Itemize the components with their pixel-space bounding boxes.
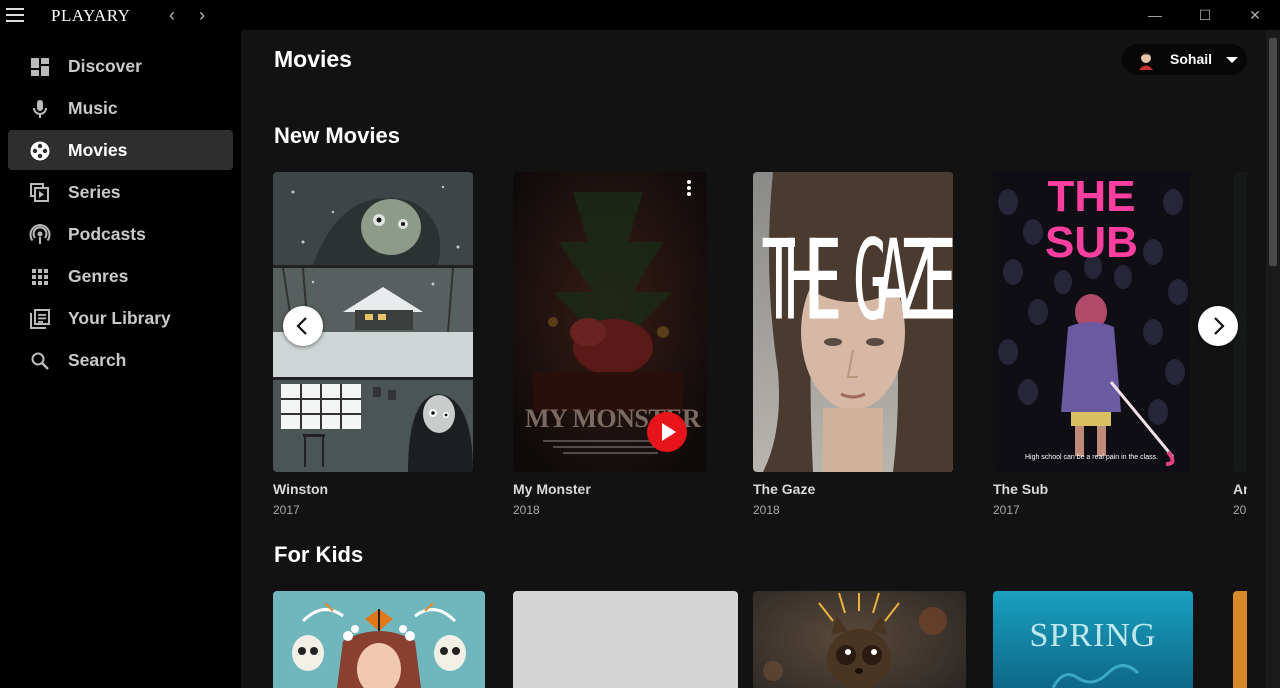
grid-icon bbox=[32, 269, 48, 285]
sidebar-item-music[interactable]: Music bbox=[8, 88, 233, 128]
sidebar-item-podcasts[interactable]: Podcasts bbox=[8, 214, 233, 254]
section-title-for-kids: For Kids bbox=[274, 542, 364, 567]
sidebar-item-search[interactable]: Search bbox=[8, 340, 233, 380]
vertical-scrollbar[interactable] bbox=[1266, 30, 1280, 688]
back-button[interactable]: ‹ bbox=[162, 4, 182, 26]
sidebar-item-label: Movies bbox=[68, 140, 128, 160]
sidebar-item-label: Series bbox=[68, 182, 121, 202]
poster-tagline: High school can be a real pain in the cl… bbox=[1024, 454, 1159, 461]
movie-card-winston[interactable]: Winston 2017 bbox=[273, 172, 473, 522]
scrollbar-thumb[interactable] bbox=[1269, 38, 1277, 266]
microphone-icon bbox=[33, 100, 47, 118]
chevron-right-icon bbox=[1214, 317, 1225, 335]
close-button[interactable]: ✕ bbox=[1230, 0, 1280, 30]
page-title: Movies bbox=[274, 46, 352, 72]
carousel-next-button[interactable] bbox=[1198, 306, 1238, 346]
kids-card-4[interactable]: SPRING bbox=[993, 591, 1193, 688]
poster-the-sub: THE SUB High school can be a real pain i… bbox=[993, 172, 1190, 472]
sidebar-item-label: Discover bbox=[68, 56, 142, 76]
card-title: An bbox=[1233, 481, 1247, 497]
movie-card-partial[interactable]: An 20 bbox=[1233, 172, 1247, 522]
search-icon bbox=[31, 352, 49, 370]
card-year: 2017 bbox=[993, 503, 1020, 517]
poster-kids-1 bbox=[273, 591, 485, 688]
movie-card-the-sub[interactable]: THE SUB High school can be a real pain i… bbox=[993, 172, 1190, 522]
main-content: Movies Sohail New Movies Winston 2017 MY… bbox=[241, 30, 1266, 688]
poster-kids-4: SPRING bbox=[993, 591, 1193, 688]
podcast-icon bbox=[29, 224, 51, 244]
sidebar-item-discover[interactable]: Discover bbox=[8, 46, 233, 86]
sidebar-item-label: Music bbox=[68, 98, 118, 118]
movie-card-the-gaze[interactable]: THE GAZE The Gaze 2018 bbox=[753, 172, 953, 522]
maximize-button[interactable]: ☐ bbox=[1180, 0, 1230, 30]
user-menu-button[interactable]: Sohail bbox=[1122, 44, 1247, 75]
carousel-prev-button[interactable] bbox=[283, 306, 323, 346]
poster-title-text: THE GAZE bbox=[761, 216, 953, 346]
poster-my-monster: MY MONSTER bbox=[513, 172, 707, 472]
dashboard-icon bbox=[31, 58, 49, 76]
poster-title-text: THE SUB bbox=[1045, 172, 1138, 267]
movie-card-my-monster[interactable]: MY MONSTER My Monster 2018 bbox=[513, 172, 707, 522]
sidebar-item-series[interactable]: Series bbox=[8, 172, 233, 212]
sidebar-item-label: Podcasts bbox=[68, 224, 146, 244]
poster-kids-partial bbox=[1233, 591, 1247, 688]
sidebar-item-label: Search bbox=[68, 350, 127, 370]
chevron-down-icon bbox=[1226, 57, 1238, 63]
card-year: 2017 bbox=[273, 503, 300, 517]
section-title-new-movies: New Movies bbox=[274, 123, 400, 148]
card-year: 20 bbox=[1233, 503, 1247, 517]
film-reel-icon bbox=[30, 141, 50, 161]
kids-card-partial[interactable] bbox=[1233, 591, 1247, 688]
forward-button[interactable]: › bbox=[192, 4, 212, 26]
kids-card-1[interactable] bbox=[273, 591, 485, 688]
chevron-left-icon bbox=[296, 317, 307, 335]
play-button[interactable] bbox=[647, 412, 687, 452]
user-name: Sohail bbox=[1170, 51, 1213, 67]
library-icon bbox=[30, 309, 50, 329]
card-title: Winston bbox=[273, 481, 329, 497]
kids-card-2[interactable] bbox=[513, 591, 738, 688]
poster-title-text: SPRING bbox=[1029, 617, 1157, 654]
poster-kids-2 bbox=[513, 591, 738, 688]
minimize-button[interactable]: — bbox=[1130, 0, 1180, 30]
sidebar-item-label: Your Library bbox=[68, 308, 171, 328]
card-title: My Monster bbox=[513, 481, 591, 497]
card-year: 2018 bbox=[513, 503, 540, 517]
kids-card-3[interactable] bbox=[753, 591, 966, 688]
card-year: 2018 bbox=[753, 503, 780, 517]
series-stack-icon bbox=[30, 183, 49, 202]
card-title: The Gaze bbox=[753, 481, 816, 497]
app-logo: PLAYARY bbox=[51, 6, 131, 25]
title-bar: PLAYARY ‹ › — ☐ ✕ bbox=[0, 0, 1280, 30]
sidebar: Discover Music Movies Series Podcasts Ge… bbox=[0, 30, 241, 688]
hamburger-menu-icon[interactable] bbox=[6, 8, 24, 22]
more-options-icon[interactable] bbox=[685, 180, 693, 200]
sidebar-item-your-library[interactable]: Your Library bbox=[8, 298, 233, 338]
card-title: The Sub bbox=[993, 481, 1049, 497]
avatar bbox=[1139, 53, 1153, 70]
poster-kids-3 bbox=[753, 591, 966, 688]
sidebar-item-genres[interactable]: Genres bbox=[8, 256, 233, 296]
poster-the-gaze: THE GAZE bbox=[753, 172, 953, 472]
sidebar-item-label: Genres bbox=[68, 266, 129, 286]
sidebar-item-movies[interactable]: Movies bbox=[8, 130, 233, 170]
